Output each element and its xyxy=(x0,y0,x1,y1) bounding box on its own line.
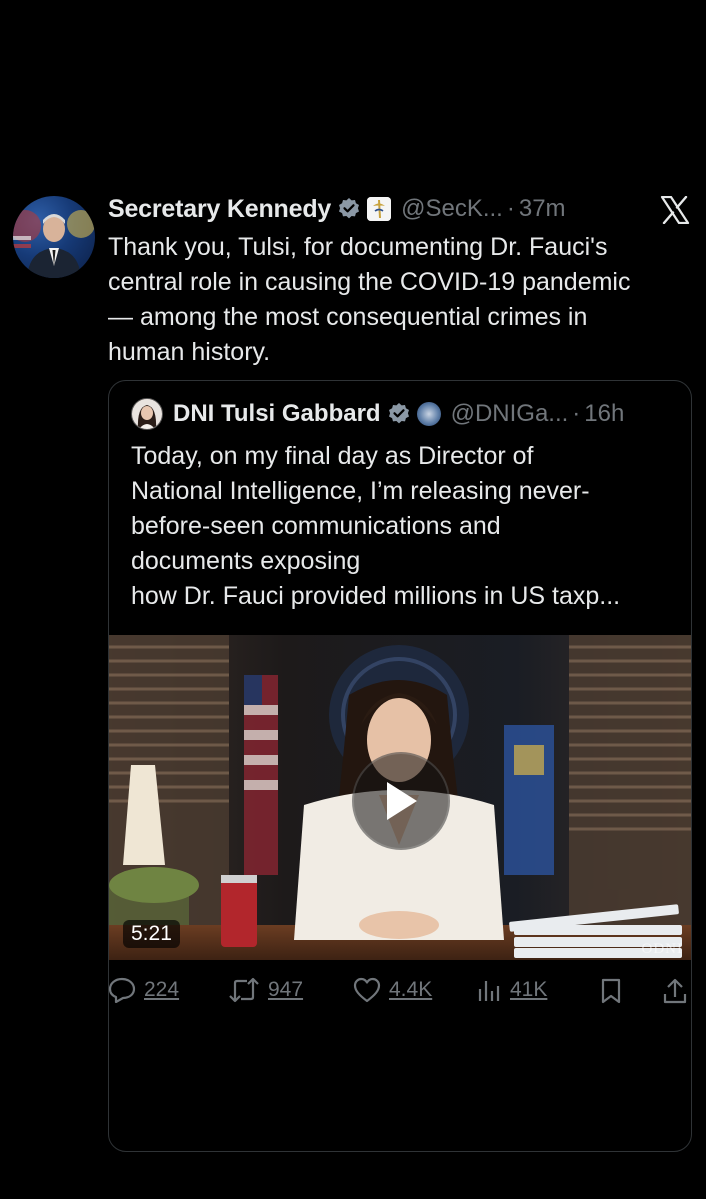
post-text: Thank you, Tulsi, for documenting Dr. Fa… xyxy=(108,233,631,366)
bookmark-icon xyxy=(601,978,621,1004)
post-time[interactable]: 37m xyxy=(519,195,566,223)
heart-icon xyxy=(353,977,381,1003)
quoted-author-avatar[interactable] xyxy=(131,398,163,430)
quoted-post-header: DNI Tulsi Gabbard @DNIGa... · 16h xyxy=(131,397,624,431)
like-button[interactable]: 4.4K xyxy=(353,977,432,1003)
video-watermark: ODNI xyxy=(641,941,683,957)
bookmark-button[interactable] xyxy=(598,977,624,1005)
like-count: 4.4K xyxy=(389,978,433,1001)
government-seal-icon xyxy=(416,402,441,426)
x-logo-icon xyxy=(660,195,690,225)
video-player[interactable]: 5:21 ODNI xyxy=(109,635,691,960)
repost-count: 947 xyxy=(268,978,304,1001)
action-bar: 224 947 4.4K 41K xyxy=(108,977,694,1007)
affiliation-badge-icon xyxy=(367,197,392,221)
play-icon xyxy=(387,782,417,820)
reply-button[interactable]: 224 xyxy=(108,977,179,1003)
views-icon xyxy=(478,981,500,1001)
post-header: Secretary Kennedy @SecK... · 37m xyxy=(108,192,566,226)
author-name[interactable]: Secretary Kennedy xyxy=(108,195,331,224)
share-button[interactable] xyxy=(662,977,688,1005)
repost-button[interactable]: 947 xyxy=(228,977,303,1003)
share-icon xyxy=(663,978,687,1004)
verified-badge-icon xyxy=(337,197,361,221)
quoted-author-name[interactable]: DNI Tulsi Gabbard xyxy=(173,400,381,428)
views-button[interactable]: 41K xyxy=(476,977,547,1003)
repost-icon xyxy=(229,977,259,1003)
reply-count: 224 xyxy=(144,978,180,1001)
author-handle[interactable]: @SecK... xyxy=(401,195,503,223)
view-count: 41K xyxy=(510,978,548,1001)
author-avatar[interactable] xyxy=(13,196,95,278)
quoted-post-text: Today, on my final day as Director of Na… xyxy=(131,442,621,610)
separator-dot: · xyxy=(572,400,581,427)
play-button[interactable] xyxy=(352,752,450,850)
verified-badge-icon xyxy=(387,402,411,426)
separator-dot: · xyxy=(506,195,515,222)
quoted-author-handle[interactable]: @DNIGa... xyxy=(451,400,569,428)
quoted-post-time[interactable]: 16h xyxy=(584,400,624,428)
video-duration: 5:21 xyxy=(123,920,180,948)
reply-icon xyxy=(108,977,136,1003)
quoted-post[interactable]: DNI Tulsi Gabbard @DNIGa... · 16h Today,… xyxy=(108,380,692,1152)
